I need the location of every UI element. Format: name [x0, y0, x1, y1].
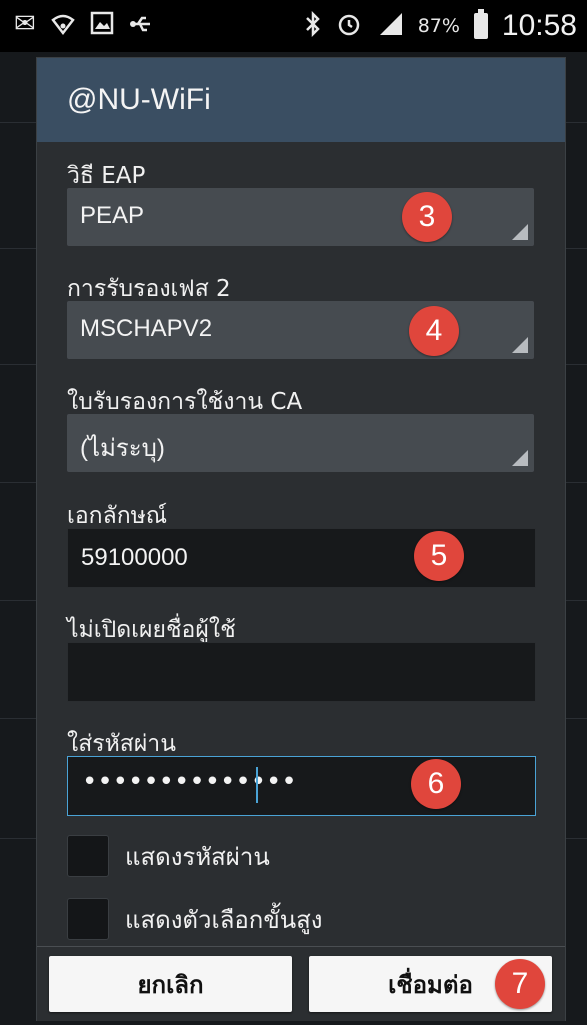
step-badge: 5 — [414, 531, 464, 581]
dialog-title: @NU-WiFi — [37, 58, 565, 142]
mail-icon: ✉ — [14, 8, 36, 39]
signal-icon — [376, 11, 404, 42]
eap-method-value: PEAP — [80, 202, 145, 229]
show-password-label: แสดงรหัสผ่าน — [125, 842, 270, 871]
step-badge: 4 — [409, 306, 459, 356]
alarm-icon — [336, 11, 362, 42]
battery-percent: 87% — [417, 15, 460, 37]
image-icon — [90, 11, 114, 42]
usb-icon — [128, 11, 154, 42]
bluetooth-icon — [304, 10, 322, 42]
connect-label: เชื่อมต่อ — [388, 970, 473, 999]
clock: 10:58 — [501, 9, 577, 42]
text-cursor — [256, 767, 258, 803]
ca-cert-spinner[interactable]: (ไม่ระบุ) — [67, 414, 534, 472]
identity-value: 59100000 — [81, 544, 188, 571]
phase2-spinner[interactable]: MSCHAPV2 — [67, 301, 534, 359]
show-advanced-checkbox[interactable] — [67, 898, 109, 940]
show-advanced-row[interactable]: แสดงตัวเลือกขั้นสูง — [67, 898, 323, 940]
ca-cert-value: (ไม่ระบุ) — [80, 435, 165, 462]
wifi-icon — [50, 11, 76, 42]
identity-field[interactable]: 59100000 — [67, 528, 536, 588]
eap-method-spinner[interactable]: PEAP — [67, 188, 534, 246]
battery-icon — [473, 9, 488, 39]
show-password-row[interactable]: แสดงรหัสผ่าน — [67, 835, 270, 877]
show-advanced-label: แสดงตัวเลือกขั้นสูง — [125, 905, 323, 934]
password-field[interactable]: •••••••••••••• — [67, 756, 536, 816]
dropdown-arrow-icon — [512, 450, 528, 466]
password-value: •••••••••••••• — [82, 767, 297, 797]
step-badge: 7 — [495, 959, 545, 1009]
status-bar: ✉ 87% 10:58 — [0, 0, 587, 52]
step-badge: 6 — [411, 759, 461, 809]
phase2-value: MSCHAPV2 — [80, 315, 213, 342]
button-bar: ยกเลิก เชื่อมต่อ 7 — [37, 946, 565, 1021]
dropdown-arrow-icon — [512, 224, 528, 240]
cancel-button[interactable]: ยกเลิก — [49, 956, 292, 1012]
show-password-checkbox[interactable] — [67, 835, 109, 877]
anonymous-identity-field[interactable] — [67, 642, 536, 702]
step-badge: 3 — [402, 192, 452, 242]
wifi-dialog: @NU-WiFi วิธี EAP PEAP 3 การรับรองเฟส 2 … — [37, 58, 565, 1021]
dropdown-arrow-icon — [512, 337, 528, 353]
